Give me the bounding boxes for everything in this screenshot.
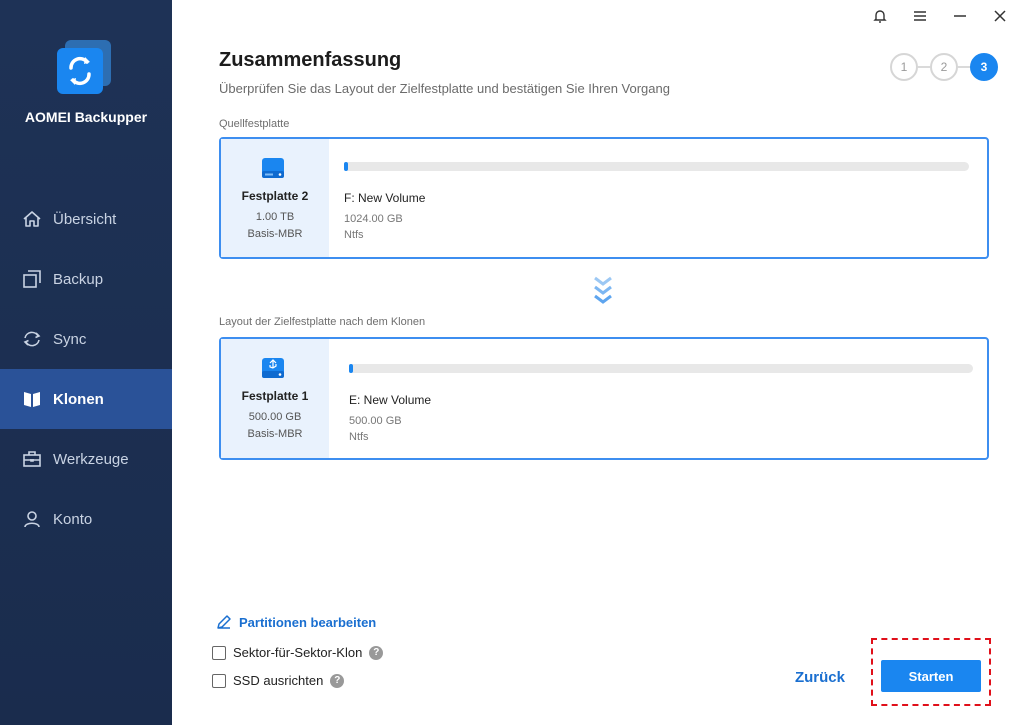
app-logo-icon — [55, 38, 113, 96]
disk-size: 500.00 GB — [248, 411, 302, 423]
sidebar-item-label: Übersicht — [53, 210, 117, 228]
pencil-icon — [215, 613, 233, 631]
minimize-button[interactable] — [950, 8, 970, 28]
sidebar-item-tools[interactable]: Werkzeuge — [0, 429, 172, 489]
partition-size: 1024.00 GB — [344, 213, 403, 225]
step-indicator: 1 2 3 — [890, 53, 1000, 81]
menu-icon — [913, 9, 927, 28]
sidebar-item-overview[interactable]: Übersicht — [0, 189, 172, 249]
step-2: 2 — [930, 53, 958, 81]
sidebar-nav: Übersicht Backup Sync Klonen Werkzeuge K… — [0, 189, 172, 549]
step-1: 1 — [890, 53, 918, 81]
step-connector — [958, 66, 970, 68]
page-title: Zusammenfassung — [219, 49, 402, 71]
target-label: Layout der Zielfestplatte nach dem Klone… — [219, 316, 426, 328]
partition-name: E: New Volume — [349, 393, 432, 407]
partition-usage-fill — [344, 162, 348, 171]
sidebar-item-label: Klonen — [53, 390, 104, 408]
sidebar-item-label: Werkzeuge — [53, 450, 129, 468]
partition-name: F: New Volume — [344, 191, 426, 205]
sidebar-item-backup[interactable]: Backup — [0, 249, 172, 309]
disk-size: 1.00 TB — [255, 211, 295, 223]
bell-icon — [872, 8, 888, 29]
target-disk-info: Festplatte 1 500.00 GB Basis-MBR — [221, 339, 329, 458]
sidebar-item-label: Konto — [53, 510, 93, 528]
edit-partitions-link[interactable]: Partitionen bearbeiten — [215, 613, 376, 631]
sync-icon — [21, 328, 43, 350]
disk-name: Festplatte 1 — [241, 389, 309, 403]
page-subtitle: Überprüfen Sie das Layout der Zielfestpl… — [219, 81, 670, 96]
minimize-icon — [953, 9, 967, 28]
step-connector — [918, 66, 930, 68]
menu-button[interactable] — [910, 8, 930, 28]
ssd-align-option: SSD ausrichten ? — [212, 673, 345, 688]
user-icon — [21, 508, 43, 530]
sidebar-item-label: Sync — [53, 330, 87, 348]
partition-size: 500.00 GB — [349, 415, 402, 427]
home-icon — [21, 208, 43, 230]
notification-button[interactable] — [870, 8, 890, 28]
backup-icon — [21, 268, 43, 290]
help-icon[interactable]: ? — [330, 673, 345, 688]
close-button[interactable] — [990, 8, 1010, 28]
back-button[interactable]: Zurück — [782, 663, 858, 691]
partition-filesystem: Ntfs — [344, 229, 364, 241]
sector-clone-checkbox[interactable] — [212, 645, 226, 660]
partition-usage-fill — [349, 364, 353, 373]
sidebar-item-account[interactable]: Konto — [0, 489, 172, 549]
ssd-align-label[interactable]: SSD ausrichten — [233, 673, 323, 688]
partition-bar — [344, 162, 969, 171]
start-button[interactable]: Starten — [881, 660, 981, 692]
step-3: 3 — [970, 53, 998, 81]
sidebar-item-sync[interactable]: Sync — [0, 309, 172, 369]
sidebar-item-clone[interactable]: Klonen — [0, 369, 172, 429]
help-icon[interactable]: ? — [369, 645, 384, 660]
close-icon — [993, 9, 1007, 28]
target-disk-card[interactable]: Festplatte 1 500.00 GB Basis-MBR E: New … — [219, 337, 989, 460]
disk-type: Basis-MBR — [247, 228, 303, 240]
partition-bar — [349, 364, 973, 373]
disk-type: Basis-MBR — [247, 428, 303, 440]
usb-disk-icon — [259, 354, 287, 382]
clone-icon — [21, 388, 43, 410]
sector-clone-label[interactable]: Sektor-für-Sektor-Klon — [233, 645, 362, 660]
source-disk-info: Festplatte 2 1.00 TB Basis-MBR — [221, 139, 329, 257]
toolbox-icon — [21, 448, 43, 470]
sidebar: AOMEI Backupper Übersicht Backup Sync Kl… — [0, 0, 172, 725]
hard-disk-icon — [259, 154, 287, 182]
edit-partitions-label: Partitionen bearbeiten — [239, 614, 377, 630]
source-disk-card[interactable]: Festplatte 2 1.00 TB Basis-MBR F: New Vo… — [219, 137, 989, 259]
app-brand: AOMEI Backupper — [24, 109, 148, 125]
chevrons-down-icon — [592, 276, 614, 308]
source-label: Quellfestplatte — [219, 118, 290, 130]
ssd-align-checkbox[interactable] — [212, 673, 226, 688]
disk-name: Festplatte 2 — [241, 189, 309, 203]
partition-filesystem: Ntfs — [349, 431, 369, 443]
sector-clone-option: Sektor-für-Sektor-Klon ? — [212, 645, 384, 660]
sidebar-item-label: Backup — [53, 270, 104, 288]
